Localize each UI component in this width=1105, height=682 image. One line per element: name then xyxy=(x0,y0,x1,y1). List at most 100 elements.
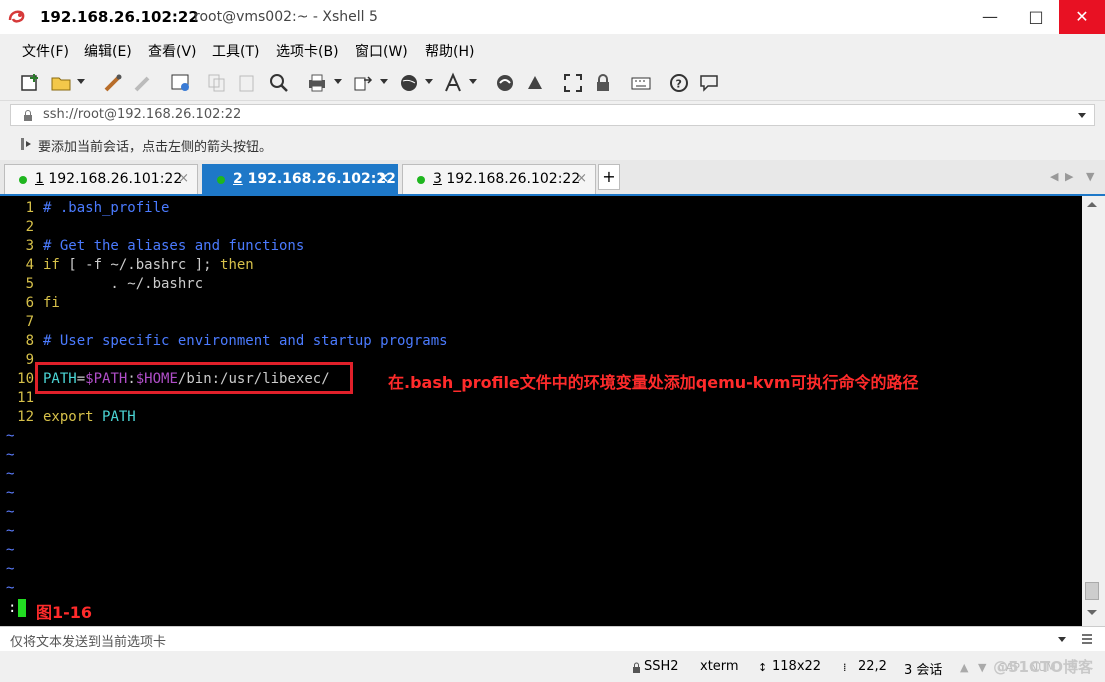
line-number: 8 xyxy=(25,333,34,349)
lock-icon[interactable] xyxy=(592,72,614,94)
terminal-area[interactable]: 在.bash_profile文件中的环境变量处添加qemu-kvm可执行命令的路… xyxy=(0,196,1082,626)
chevron-down-icon[interactable] xyxy=(469,79,477,84)
xftp-icon[interactable] xyxy=(494,72,516,94)
lock-icon xyxy=(633,662,640,673)
compose-bar-label: 仅将文本发送到当前选项卡 xyxy=(10,635,167,650)
line-number: 4 xyxy=(25,257,34,273)
code-line: 4 if [ -f ~/.bashrc ]; then xyxy=(0,257,1080,276)
xshell-logo-icon xyxy=(8,10,25,23)
terminal-size-status: 118x22 xyxy=(772,659,822,674)
code-text: fi xyxy=(43,295,60,311)
connected-status-dot xyxy=(217,176,225,184)
tab-scroll-left-icon[interactable]: ◀ xyxy=(1050,170,1058,183)
add-tab-button[interactable]: + xyxy=(598,164,620,190)
empty-line-marker: ~ xyxy=(6,542,15,558)
empty-line-marker: ~ xyxy=(6,523,15,539)
cursor-position-status: 22,2 xyxy=(858,659,887,674)
keyboard-icon[interactable] xyxy=(630,72,652,94)
new-session-icon[interactable] xyxy=(20,72,42,94)
line-number: 2 xyxy=(25,219,34,235)
session-properties-icon[interactable] xyxy=(170,72,192,94)
code-line: 6 fi xyxy=(0,295,1080,314)
menu-view[interactable]: 查看(V) xyxy=(148,41,197,61)
line-number: 1 xyxy=(25,200,34,216)
menu-file[interactable]: 文件(F) xyxy=(22,41,69,61)
code-text: . ~/.bashrc xyxy=(43,276,204,292)
compose-bar[interactable]: 仅将文本发送到当前选项卡 xyxy=(0,626,1105,651)
code-line: 12 export PATH xyxy=(0,409,1080,428)
help-icon[interactable]: ? xyxy=(668,72,690,94)
code-line: 8 # User specific environment and startup… xyxy=(0,333,1080,352)
menu-icon[interactable] xyxy=(1080,632,1094,646)
menu-tools[interactable]: 工具(T) xyxy=(212,41,259,61)
reconnect-icon[interactable] xyxy=(102,72,124,94)
code-text: export PATH xyxy=(43,409,136,425)
minimize-button[interactable]: — xyxy=(967,0,1013,34)
close-button[interactable]: ✕ xyxy=(1059,0,1105,34)
menu-tabs[interactable]: 选项卡(B) xyxy=(276,41,339,61)
command-line[interactable]: : xyxy=(8,599,27,617)
find-icon[interactable] xyxy=(268,72,290,94)
code-line: 10 PATH=$PATH:$HOME/bin:/usr/libexec/ xyxy=(0,371,1080,390)
address-bar[interactable]: ssh://root@192.168.26.102:22 xyxy=(10,104,1095,126)
fullscreen-icon[interactable] xyxy=(562,72,584,94)
scroll-thumb[interactable] xyxy=(1085,582,1099,600)
paste-icon[interactable] xyxy=(236,72,258,94)
chevron-down-icon[interactable] xyxy=(77,79,85,84)
empty-line-marker: ~ xyxy=(6,428,15,444)
chevron-down-icon[interactable] xyxy=(334,79,342,84)
code-line: 3 # Get the aliases and functions xyxy=(0,238,1080,257)
tab-close-icon[interactable]: × xyxy=(178,171,189,186)
add-session-arrow-icon[interactable] xyxy=(20,137,34,151)
empty-line-marker: ~ xyxy=(6,466,15,482)
scroll-down-icon[interactable] xyxy=(1087,610,1097,615)
chevron-down-icon[interactable] xyxy=(380,79,388,84)
tab-scroll-right-icon[interactable]: ▶ xyxy=(1065,170,1073,183)
empty-line-marker: ~ xyxy=(6,561,15,577)
lock-icon xyxy=(24,110,32,121)
terminal-scrollbar[interactable] xyxy=(1082,196,1102,626)
session-count-status: 3 会话 xyxy=(904,663,943,678)
tab-session-3[interactable]: 3 192.168.26.102:22 × xyxy=(402,164,596,194)
tab-number: 1 xyxy=(35,171,44,187)
maximize-button[interactable]: □ xyxy=(1013,0,1059,34)
svg-text:?: ? xyxy=(676,78,682,91)
up-arrow-icon: ▲ xyxy=(960,661,969,674)
print-icon[interactable] xyxy=(306,72,328,94)
menu-help[interactable]: 帮助(H) xyxy=(425,41,474,61)
chevron-down-icon[interactable] xyxy=(1078,113,1086,118)
tab-close-icon[interactable]: × xyxy=(576,171,587,186)
tab-session-2[interactable]: 2 192.168.26.102:22 × xyxy=(202,164,398,194)
tab-close-icon[interactable]: × xyxy=(378,171,389,186)
code-text: PATH=$PATH:$HOME/bin:/usr/libexec/ xyxy=(43,371,330,387)
open-folder-icon[interactable] xyxy=(50,72,72,94)
window-title-host: 192.168.26.102:22 xyxy=(40,8,199,26)
code-line: 7 xyxy=(0,314,1080,333)
xagent-icon[interactable] xyxy=(524,72,546,94)
terminal-type-status: xterm xyxy=(700,659,739,674)
cursor-position-icon: ⁞ xyxy=(843,661,847,674)
tab-list-chevron-down-icon[interactable]: ▼ xyxy=(1086,170,1094,183)
globe-icon[interactable] xyxy=(398,72,420,94)
line-number: 11 xyxy=(17,390,34,406)
chevron-down-icon[interactable] xyxy=(425,79,433,84)
tab-number: 3 xyxy=(433,171,442,187)
menu-edit[interactable]: 编辑(E) xyxy=(84,41,132,61)
copy-icon[interactable] xyxy=(206,72,228,94)
menu-window[interactable]: 窗口(W) xyxy=(355,41,408,61)
transfer-icon[interactable] xyxy=(352,72,374,94)
tab-bar: 1 192.168.26.101:22 × 2 192.168.26.102:2… xyxy=(0,160,1105,196)
scroll-up-icon[interactable] xyxy=(1087,202,1097,207)
chevron-down-icon[interactable] xyxy=(1058,637,1066,642)
chat-icon[interactable] xyxy=(698,72,720,94)
address-input[interactable]: ssh://root@192.168.26.102:22 xyxy=(43,107,241,122)
line-number: 12 xyxy=(17,409,34,425)
code-text: if [ -f ~/.bashrc ]; then xyxy=(43,257,254,273)
figure-label: 图1-16 xyxy=(36,603,93,622)
line-number: 6 xyxy=(25,295,34,311)
tab-label: 192.168.26.101:22 xyxy=(43,171,183,187)
font-icon[interactable] xyxy=(442,72,464,94)
tab-number: 2 xyxy=(233,171,243,187)
disconnect-icon[interactable] xyxy=(132,72,154,94)
tab-session-1[interactable]: 1 192.168.26.101:22 × xyxy=(4,164,198,194)
